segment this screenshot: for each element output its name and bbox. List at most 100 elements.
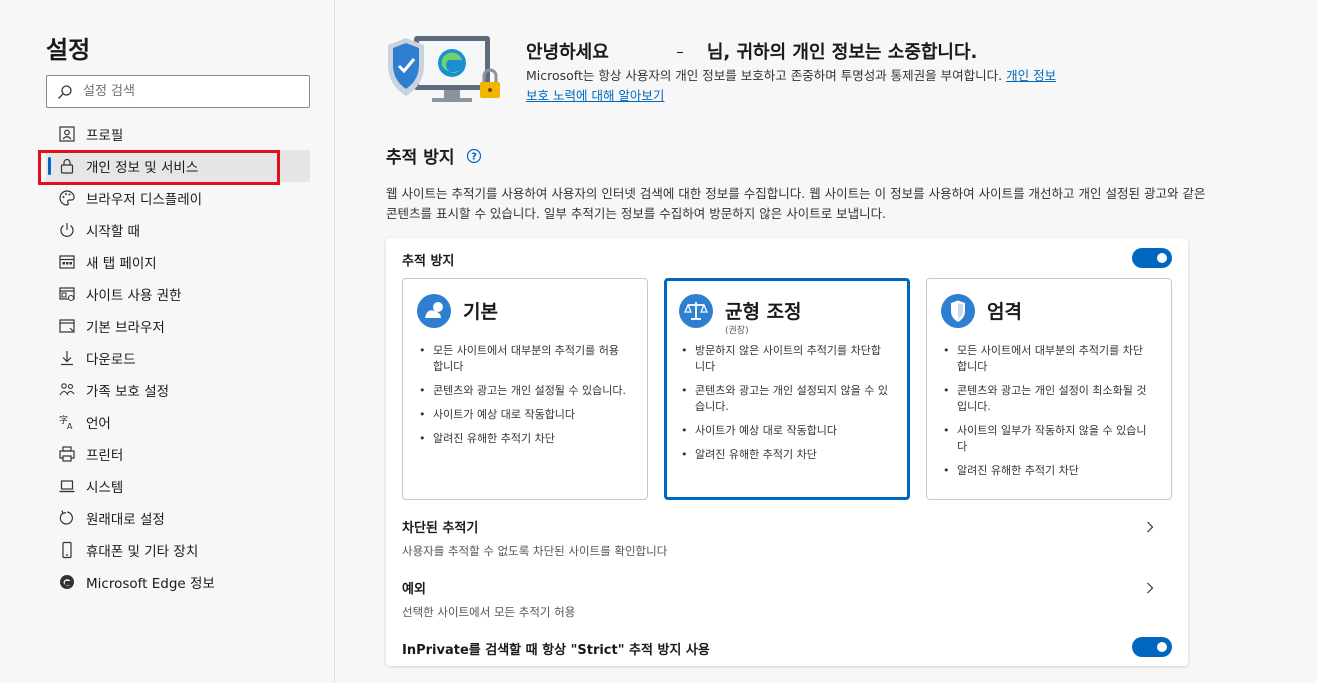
hero-description: Microsoft는 항상 사용자의 개인 정보를 보호하고 존중하며 투명성과… — [526, 66, 1066, 106]
row-title: 차단된 추적기 — [402, 521, 479, 536]
site-permissions-icon — [59, 287, 75, 301]
sidebar: 설정 프로필 개인 정보 및 서비스 브라우저 디스플레이 시작할 때 새 탭 … — [0, 0, 335, 683]
section-title-text: 추적 방지 — [386, 148, 455, 168]
laptop-icon — [59, 480, 75, 493]
level-name: 엄격 — [987, 301, 1022, 323]
list-item: 방문하지 않은 사이트의 추적기를 차단합니다 — [679, 343, 891, 375]
svg-text:A: A — [67, 422, 73, 431]
hero-description-text: Microsoft는 항상 사용자의 개인 정보를 보호하고 존중하며 투명성과… — [526, 68, 1003, 83]
lock-icon — [60, 158, 74, 174]
help-icon[interactable]: ? — [466, 148, 482, 164]
sidebar-item-new-tab[interactable]: 새 탭 페이지 — [46, 246, 310, 278]
list-item: 사이트의 일부가 작동하지 않을 수 있습니다 — [941, 423, 1153, 455]
sidebar-item-printers[interactable]: 프린터 — [46, 438, 310, 470]
sidebar-title: 설정 — [46, 36, 91, 64]
sidebar-item-label: 다운로드 — [86, 352, 136, 368]
level-strict[interactable]: 엄격 모든 사이트에서 대부분의 추적기를 차단합니다 콘텐츠와 광고는 개인 … — [926, 278, 1172, 500]
main-content: 안녕하세요 님, 귀하의 개인 정보는 소중합니다. Microsoft는 항상 … — [336, 0, 1317, 683]
sidebar-item-about[interactable]: Microsoft Edge 정보 — [46, 566, 310, 598]
profile-icon — [59, 126, 75, 142]
sidebar-item-site-permissions[interactable]: 사이트 사용 권한 — [46, 278, 310, 310]
shield-icon — [941, 294, 975, 328]
browser-icon — [59, 319, 75, 333]
sidebar-item-privacy[interactable]: 개인 정보 및 서비스 — [46, 150, 310, 182]
power-icon — [60, 223, 74, 237]
section-title: 추적 방지 ? — [386, 143, 482, 168]
reset-icon — [59, 510, 73, 525]
search-input[interactable] — [83, 84, 303, 99]
chevron-right-icon — [1147, 521, 1154, 533]
level-recommended: (권장) — [725, 326, 749, 336]
hero-greeting: 안녕하세요 — [526, 42, 609, 63]
inprivate-strict-label: InPrivate를 검색할 때 항상 "Strict" 추적 방지 사용 — [402, 643, 710, 658]
sidebar-item-profile[interactable]: 프로필 — [46, 118, 310, 150]
language-icon: 字A — [59, 414, 73, 431]
section-description: 웹 사이트는 추적기를 사용하여 사용자의 인터넷 검색에 대한 정보를 수집합… — [386, 186, 1206, 221]
sidebar-item-label: 가족 보호 설정 — [86, 384, 170, 400]
list-item: 알려진 유해한 추적기 차단 — [417, 431, 629, 447]
family-icon — [59, 383, 75, 396]
level-balanced[interactable]: 균형 조정 (권장) 방문하지 않은 사이트의 추적기를 차단합니다 콘텐츠와 … — [664, 278, 910, 500]
sidebar-item-system[interactable]: 시스템 — [46, 470, 310, 502]
svg-text:?: ? — [472, 151, 478, 162]
inprivate-strict-toggle[interactable] — [1132, 637, 1172, 657]
sidebar-item-phone[interactable]: 휴대폰 및 기타 장치 — [46, 534, 310, 566]
sidebar-item-label: 사이트 사용 권한 — [86, 288, 182, 304]
level-bullets: 모든 사이트에서 대부분의 추적기를 차단합니다 콘텐츠와 광고는 개인 설정이… — [941, 343, 1153, 487]
sidebar-item-label: 언어 — [86, 416, 111, 432]
sidebar-item-label: 휴대폰 및 기타 장치 — [86, 544, 199, 560]
list-item: 콘텐츠와 광고는 개인 설정이 최소화될 것입니다. — [941, 383, 1153, 415]
row-description: 선택한 사이트에서 모든 추적기 허용 — [402, 605, 576, 619]
hero-greeting-suffix: 님, 귀하의 개인 정보는 소중합니다. — [706, 42, 978, 63]
sidebar-item-label: 새 탭 페이지 — [86, 256, 157, 272]
level-basic[interactable]: 기본 모든 사이트에서 대부분의 추적기를 허용합니다 콘텐츠와 광고는 개인 … — [402, 278, 648, 500]
chevron-right-icon — [1147, 582, 1154, 594]
list-item: 모든 사이트에서 대부분의 추적기를 차단합니다 — [941, 343, 1153, 375]
row-description: 사용자를 추적할 수 없도록 차단된 사이트를 확인합니다 — [402, 544, 668, 558]
palette-icon — [59, 190, 75, 206]
sidebar-item-label: 원래대로 설정 — [86, 512, 165, 528]
sidebar-item-languages[interactable]: 字A 언어 — [46, 406, 310, 438]
privacy-illustration-icon — [388, 36, 500, 102]
tracking-prevention-toggle[interactable] — [1132, 248, 1172, 268]
sidebar-item-label: 개인 정보 및 서비스 — [86, 160, 199, 176]
row-title: 예외 — [402, 582, 426, 597]
printer-icon — [59, 446, 75, 462]
sidebar-item-startup[interactable]: 시작할 때 — [46, 214, 310, 246]
sidebar-item-label: Microsoft Edge 정보 — [86, 576, 215, 592]
list-item: 알려진 유해한 추적기 차단 — [941, 463, 1153, 479]
basic-icon — [417, 294, 451, 328]
sidebar-nav: 프로필 개인 정보 및 서비스 브라우저 디스플레이 시작할 때 새 탭 페이지… — [46, 118, 310, 598]
tracking-card-title: 추적 방지 — [402, 254, 455, 269]
list-item: 모든 사이트에서 대부분의 추적기를 허용합니다 — [417, 343, 629, 375]
list-item: 알려진 유해한 추적기 차단 — [679, 447, 891, 463]
hero-title: 안녕하세요 님, 귀하의 개인 정보는 소중합니다. — [526, 38, 977, 64]
exceptions-row[interactable]: 예외 선택한 사이트에서 모든 추적기 허용 — [402, 578, 1172, 620]
level-bullets: 모든 사이트에서 대부분의 추적기를 허용합니다 콘텐츠와 광고는 개인 설정될… — [417, 343, 629, 455]
blocked-trackers-row[interactable]: 차단된 추적기 사용자를 추적할 수 없도록 차단된 사이트를 확인합니다 — [402, 517, 1172, 559]
sidebar-item-downloads[interactable]: 다운로드 — [46, 342, 310, 374]
search-icon — [58, 84, 72, 99]
sidebar-item-label: 시스템 — [86, 480, 124, 496]
tracking-prevention-card: 추적 방지 기본 모든 사이트에서 대부분의 추적기를 허용합니다 콘텐츠와 광… — [386, 238, 1188, 666]
sidebar-item-reset[interactable]: 원래대로 설정 — [46, 502, 310, 534]
sidebar-item-label: 시작할 때 — [86, 224, 140, 240]
sidebar-item-label: 프로필 — [86, 128, 124, 144]
level-name: 기본 — [463, 301, 498, 323]
sidebar-item-appearance[interactable]: 브라우저 디스플레이 — [46, 182, 310, 214]
sidebar-item-label: 기본 브라우저 — [86, 320, 165, 336]
phone-icon — [62, 541, 72, 559]
edge-icon — [60, 575, 74, 589]
list-item: 콘텐츠와 광고는 개인 설정되지 않을 수 있습니다. — [679, 383, 891, 415]
list-item: 콘텐츠와 광고는 개인 설정될 수 있습니다. — [417, 383, 629, 399]
scale-icon — [679, 294, 713, 328]
new-tab-icon — [59, 255, 75, 269]
download-icon — [61, 351, 73, 366]
level-bullets: 방문하지 않은 사이트의 추적기를 차단합니다 콘텐츠와 광고는 개인 설정되지… — [679, 343, 891, 471]
sidebar-item-label: 프린터 — [86, 448, 124, 464]
sidebar-item-default-browser[interactable]: 기본 브라우저 — [46, 310, 310, 342]
list-item: 사이트가 예상 대로 작동합니다 — [679, 423, 891, 439]
sidebar-item-family[interactable]: 가족 보호 설정 — [46, 374, 310, 406]
list-item: 사이트가 예상 대로 작동합니다 — [417, 407, 629, 423]
search-box[interactable] — [46, 75, 310, 108]
